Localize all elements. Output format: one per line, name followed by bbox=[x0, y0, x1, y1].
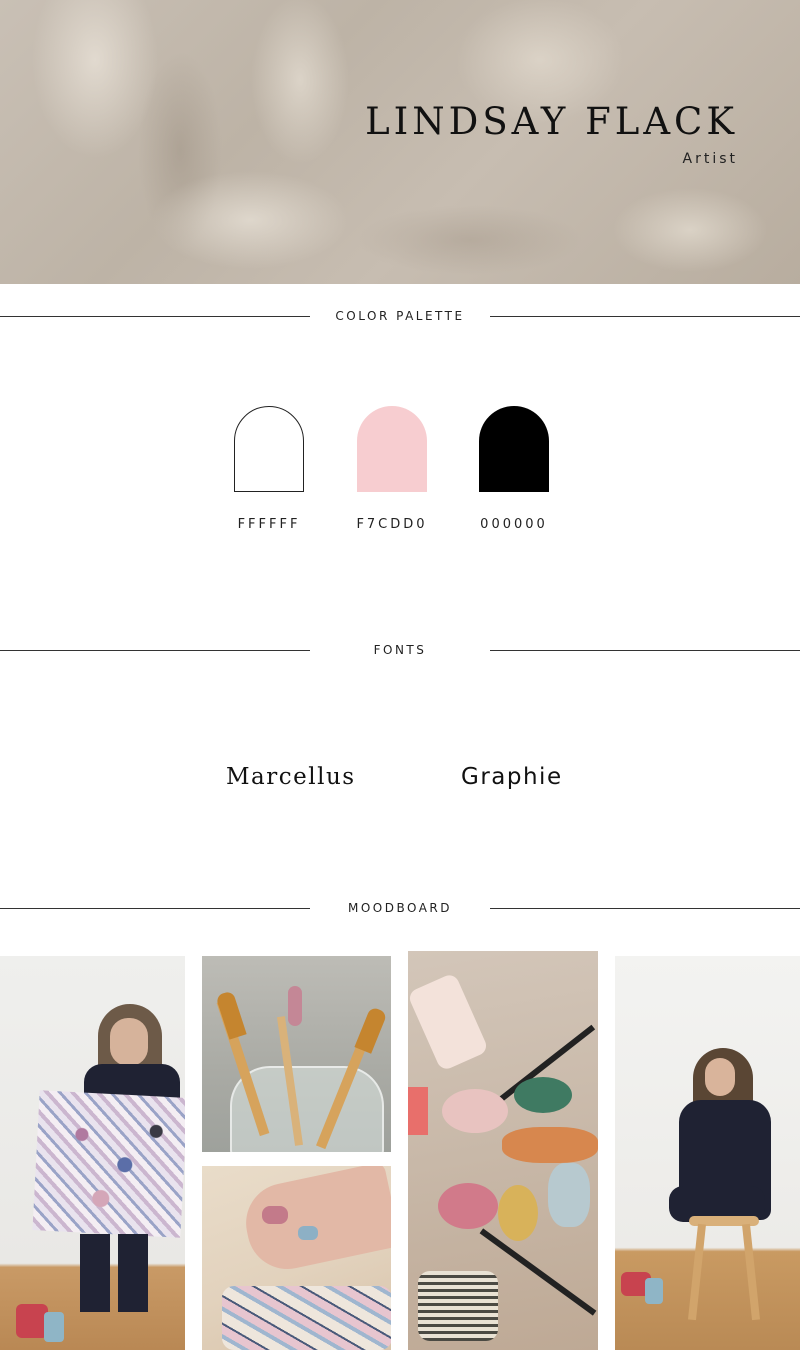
divider-line bbox=[490, 908, 800, 909]
section-title-fonts: FONTS bbox=[373, 643, 427, 657]
section-divider-fonts: FONTS bbox=[0, 641, 800, 661]
font-sample-marcellus: Marcellus bbox=[226, 764, 356, 790]
swatch-black bbox=[479, 406, 549, 492]
artist-on-stool-photo bbox=[615, 956, 800, 1350]
brand-block: LINDSAY FLACK Artist bbox=[365, 100, 738, 167]
divider-line bbox=[0, 908, 310, 909]
swatch-pink bbox=[357, 406, 427, 492]
section-title-moodboard: MOODBOARD bbox=[347, 901, 453, 915]
divider-line bbox=[490, 650, 800, 651]
section-divider-color-palette: COLOR PALETTE bbox=[0, 307, 800, 327]
section-divider-moodboard: MOODBOARD bbox=[0, 899, 800, 919]
paintbrushes-in-jar-photo bbox=[202, 956, 391, 1152]
header-banner: LINDSAY FLACK Artist bbox=[0, 0, 800, 284]
section-title-color-palette: COLOR PALETTE bbox=[335, 309, 465, 323]
brand-role: Artist bbox=[682, 151, 738, 167]
divider-line bbox=[490, 316, 800, 317]
swatch-code-white: FFFFFF bbox=[237, 517, 301, 532]
divider-line bbox=[0, 650, 310, 651]
font-sample-graphie: Graphie bbox=[461, 764, 563, 790]
paint-tubes-flatlay-photo bbox=[408, 951, 598, 1350]
divider-line bbox=[0, 316, 310, 317]
swatch-code-black: 000000 bbox=[480, 517, 548, 532]
swatch-white bbox=[234, 406, 304, 492]
paint-covered-hand-photo bbox=[202, 1166, 391, 1350]
swatch-code-pink: F7CDD0 bbox=[356, 517, 428, 532]
brand-name: LINDSAY FLACK bbox=[365, 100, 738, 143]
artist-with-painting-photo bbox=[0, 956, 185, 1350]
